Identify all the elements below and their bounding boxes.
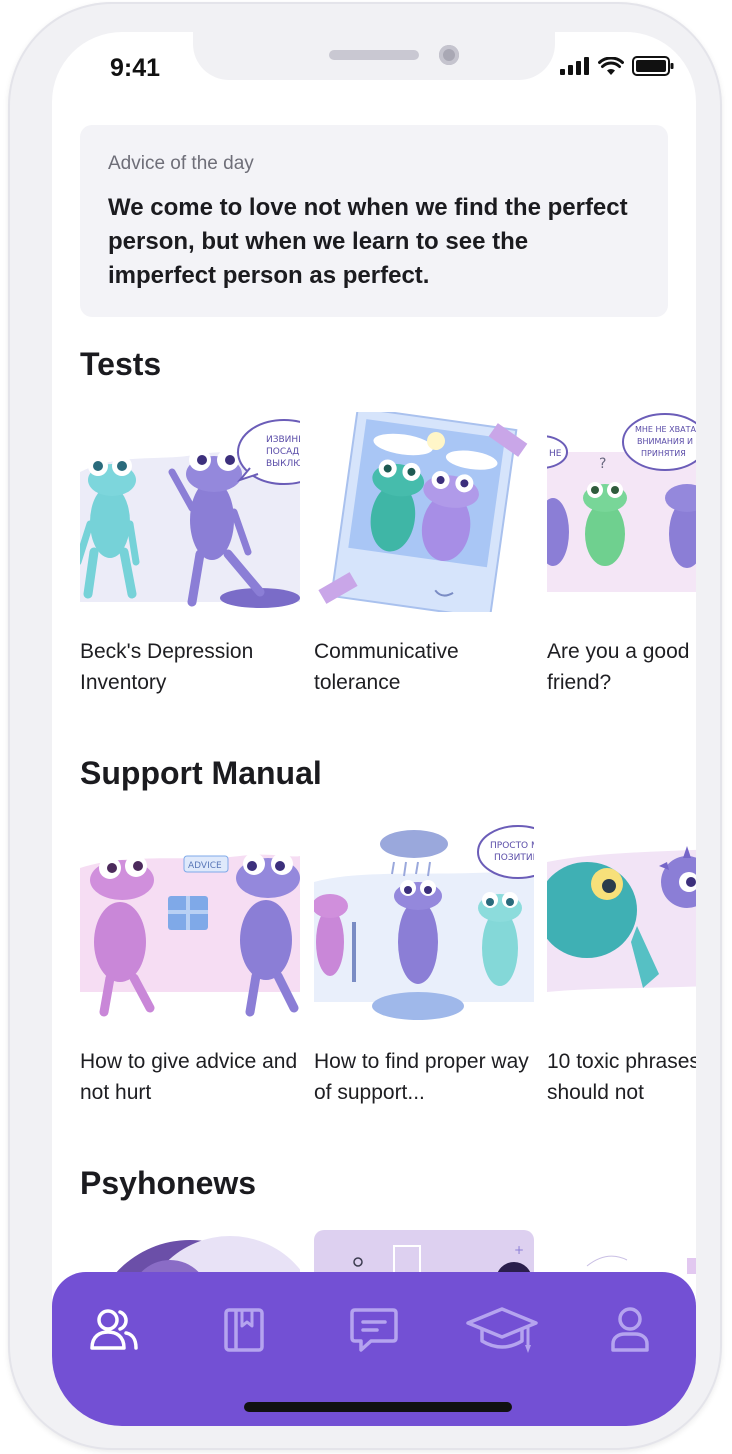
test-card-title-text: Are you a good friend?: [547, 640, 690, 694]
test-card-good-friend[interactable]: ? НЕ МНЕ НЕ ХВАТАЕТ ВНИМАНИЯ И ПРИНЯТИЯ …: [547, 412, 696, 698]
test-card-beck-illustration: ИЗВИНИ, ПОСАДИ, ВЫКЛЮ: [80, 412, 300, 612]
speaker: [329, 50, 419, 60]
support-card-proper-way[interactable]: ПРОСТО МЫС ПОЗИТИВН How to find proper w…: [314, 822, 534, 1108]
svg-text:МНЕ НЕ ХВАТАЕТ: МНЕ НЕ ХВАТАЕТ: [635, 425, 696, 434]
section-title-tests: Tests: [80, 346, 162, 382]
support-card-title: How to give advice and not hurt: [80, 1050, 298, 1104]
advice-tag: ADVICE: [188, 861, 222, 871]
book-icon: [224, 1308, 264, 1352]
svg-text:ИЗВИНИ,: ИЗВИНИ,: [266, 435, 300, 445]
tab-chat[interactable]: [342, 1302, 406, 1358]
notch: [193, 32, 555, 80]
support-card-title: How to find proper way of support...: [314, 1050, 529, 1104]
status-icons: [560, 56, 674, 76]
app-screen: 9:41 Advice of the day We come to love n: [52, 32, 696, 1426]
test-card-title: Are you a good friend?: [547, 636, 696, 698]
support-card-advice[interactable]: ADVICE How to give advice and not hurt: [80, 822, 300, 1108]
home-indicator[interactable]: [244, 1402, 512, 1412]
signal-icon: [560, 57, 589, 75]
battery-icon: [632, 56, 674, 76]
support-card-title-text: 10 toxic phrases should not: [547, 1050, 696, 1104]
support-card-toxic-phrases-illustration: [547, 822, 696, 1022]
svg-text:ПРОСТО МЫС: ПРОСТО МЫС: [490, 841, 534, 851]
people-icon: [90, 1309, 138, 1350]
svg-text:ВНИМАНИЯ И: ВНИМАНИЯ И: [637, 437, 693, 446]
graduation-cap-icon: [466, 1307, 538, 1353]
advice-text: We come to love not when we find the per…: [108, 194, 628, 289]
tab-learning[interactable]: [466, 1302, 538, 1358]
test-card-title: Communicative tolerance: [314, 640, 459, 694]
test-card-title: Beck's Depression Inventory: [80, 640, 254, 694]
status-time: 9:41: [110, 54, 161, 82]
support-manual-carousel[interactable]: ADVICE How to give advice and not hurt П…: [80, 822, 696, 1122]
section-title-support-manual: Support Manual: [80, 755, 322, 791]
phone-frame: 9:41 Advice of the day We come to love n: [8, 2, 722, 1450]
wifi-icon: [598, 56, 624, 75]
support-card-proper-way-illustration: ПРОСТО МЫС ПОЗИТИВН: [314, 822, 534, 1022]
advice-of-the-day-card[interactable]: Advice of the day We come to love not wh…: [80, 125, 668, 317]
advice-label: Advice of the day: [108, 153, 254, 174]
chat-icon: [350, 1308, 398, 1352]
svg-text:ВЫКЛЮ: ВЫКЛЮ: [266, 459, 300, 469]
tab-profile[interactable]: [598, 1302, 662, 1358]
section-title-psyhonews: Psyhonews: [80, 1165, 257, 1201]
test-card-good-friend-illustration: ? НЕ МНЕ НЕ ХВАТАЕТ ВНИМАНИЯ И ПРИНЯТИЯ: [547, 412, 696, 612]
svg-text:ПОСАДИ,: ПОСАДИ,: [266, 447, 300, 457]
support-card-title: 10 toxic phrases should not: [547, 1046, 696, 1108]
support-card-advice-illustration: ADVICE: [80, 822, 300, 1022]
tab-library[interactable]: [212, 1302, 276, 1358]
svg-text:+: +: [514, 1243, 524, 1257]
test-card-beck[interactable]: ИЗВИНИ, ПОСАДИ, ВЫКЛЮ Beck's Depression …: [80, 412, 300, 698]
tests-carousel[interactable]: ИЗВИНИ, ПОСАДИ, ВЫКЛЮ Beck's Depression …: [80, 412, 696, 712]
svg-text:ПОЗИТИВН: ПОЗИТИВН: [494, 853, 534, 863]
svg-text:?: ?: [599, 456, 606, 472]
tab-community[interactable]: [82, 1302, 146, 1358]
test-card-communicative[interactable]: Communicative tolerance: [314, 412, 534, 698]
support-card-toxic-phrases[interactable]: 10 toxic phrases should not: [547, 822, 696, 1108]
profile-icon: [611, 1307, 649, 1352]
svg-text:ПРИНЯТИЯ: ПРИНЯТИЯ: [641, 449, 686, 458]
camera: [439, 45, 459, 65]
svg-text:НЕ: НЕ: [549, 449, 562, 459]
test-card-communicative-illustration: [314, 412, 534, 612]
